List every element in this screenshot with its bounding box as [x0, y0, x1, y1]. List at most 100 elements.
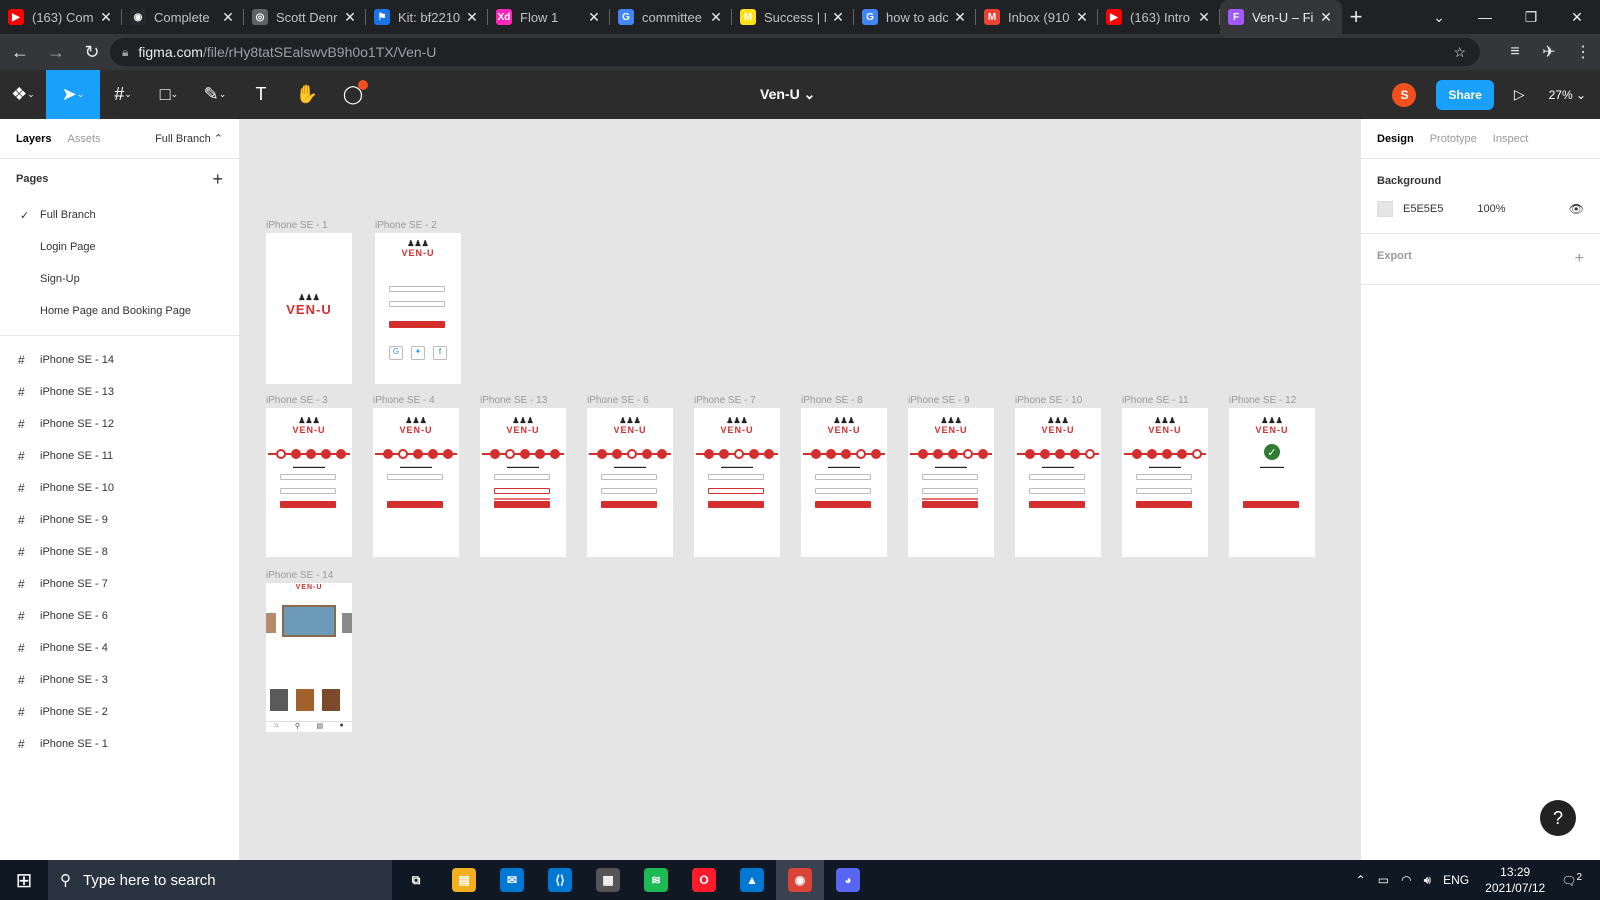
frame-label[interactable]: iPhone SE - 11 — [1122, 395, 1189, 406]
close-tab-icon[interactable]: ✕ — [342, 9, 358, 26]
wifi-icon[interactable]: ◠ — [1401, 873, 1411, 887]
taskbar-app[interactable]: ⟨⟩ — [536, 860, 584, 900]
forward-icon[interactable]: → — [40, 36, 72, 68]
browser-tab[interactable]: Ghow to adc ✕ — [854, 0, 976, 34]
browser-tab[interactable]: M Inbox (910 ✕ — [976, 0, 1098, 34]
close-tab-icon[interactable]: ✕ — [830, 9, 846, 26]
page-item[interactable]: ✓ Full Branch — [0, 199, 239, 231]
pen-tool-icon[interactable]: ✎ ⌄ — [192, 70, 238, 119]
restore-button[interactable]: ❐ — [1508, 9, 1554, 26]
frame-tool-icon[interactable]: # ⌄ — [100, 70, 146, 119]
layer-item[interactable]: # iPhone SE - 3 — [0, 664, 239, 696]
frame-label[interactable]: iPhone SE - 9 — [908, 395, 970, 406]
close-tab-icon[interactable]: ✕ — [1196, 9, 1212, 26]
frame-signup-step[interactable]: ♟♟♟ VEN-U ▬▬▬▬▬▬▬▬ — [908, 408, 994, 557]
back-icon[interactable]: ← — [4, 36, 36, 68]
comment-tool-icon[interactable]: ◯ — [330, 70, 376, 119]
frame-home[interactable]: VEN-U ⌂ ⚲ ▤ ● — [266, 583, 352, 732]
layer-item[interactable]: # iPhone SE - 11 — [0, 440, 239, 472]
frame-signup-step[interactable]: ♟♟♟ VEN-U ✓ ▬▬▬▬▬▬ — [1229, 408, 1315, 557]
layer-item[interactable]: # iPhone SE - 4 — [0, 632, 239, 664]
browser-tab[interactable]: ▶ (163) Intro ✕ — [1098, 0, 1220, 34]
frame-login[interactable]: ♟♟♟ VEN-U G ✦ f — [375, 233, 461, 384]
layer-item[interactable]: # iPhone SE - 6 — [0, 600, 239, 632]
close-window-button[interactable]: ✕ — [1554, 9, 1600, 26]
url-input[interactable]: 🔒︎ figma.com/file/rHy8tatSEalswvB9h0o1TX… — [110, 38, 1480, 66]
close-tab-icon[interactable]: ✕ — [98, 9, 114, 26]
background-swatch[interactable] — [1377, 201, 1393, 217]
layer-item[interactable]: # iPhone SE - 10 — [0, 472, 239, 504]
reading-list-icon[interactable]: ≡ — [1498, 43, 1532, 61]
frame-label[interactable]: iPhone SE - 4 — [373, 395, 435, 406]
frame-signup-step[interactable]: ♟♟♟ VEN-U ▬▬▬▬▬▬▬▬ — [1015, 408, 1101, 557]
reload-icon[interactable]: ↻ — [76, 36, 108, 68]
taskbar-app[interactable]: ≋ — [632, 860, 680, 900]
zoom-dropdown[interactable]: 27% ⌄ — [1549, 88, 1586, 102]
menu-dots-icon[interactable]: ⋮ — [1566, 42, 1600, 62]
frame-splash[interactable]: ♟♟♟ VEN-U — [266, 233, 352, 384]
clock[interactable]: 13:29 2021/07/12 — [1485, 864, 1545, 896]
browser-tab[interactable]: Xd Flow 1 ✕ — [488, 0, 610, 34]
frame-signup-step[interactable]: ♟♟♟ VEN-U ▬▬▬▬▬▬▬▬ — [266, 408, 352, 557]
tab-prototype[interactable]: Prototype — [1430, 133, 1477, 145]
frame-label[interactable]: iPhone SE - 3 — [266, 395, 328, 406]
frame-label[interactable]: iPhone SE - 2 — [375, 220, 437, 231]
tab-design[interactable]: Design — [1377, 133, 1414, 145]
close-tab-icon[interactable]: ✕ — [586, 9, 602, 26]
bookmark-star-icon[interactable]: ☆ — [1453, 44, 1466, 61]
page-item[interactable]: Login Page — [0, 231, 239, 263]
notifications-icon[interactable]: 🗨︎2 — [1561, 872, 1582, 888]
present-play-icon[interactable]: ▷ — [1514, 86, 1525, 103]
battery-icon[interactable]: ▭ — [1378, 873, 1389, 887]
close-tab-icon[interactable]: ✕ — [1318, 9, 1334, 26]
browser-tab[interactable]: ▶ (163) Com ✕ — [0, 0, 122, 34]
taskbar-app[interactable]: ⧉ — [392, 860, 440, 900]
background-hex-input[interactable]: E5E5E5 — [1403, 203, 1443, 215]
shape-tool-icon[interactable]: □ ⌄ — [146, 70, 192, 119]
taskbar-app[interactable]: ◕ — [824, 860, 872, 900]
taskbar-app[interactable]: O — [680, 860, 728, 900]
extension-icon[interactable]: ✈ — [1532, 42, 1566, 62]
avatar[interactable]: S — [1392, 82, 1417, 107]
browser-tab[interactable]: M Success | M✕ — [732, 0, 854, 34]
text-tool-icon[interactable]: T — [238, 70, 284, 119]
frame-signup-step[interactable]: ♟♟♟ VEN-U ▬▬▬▬▬▬▬▬ — [801, 408, 887, 557]
tab-assets[interactable]: Assets — [67, 133, 100, 145]
file-title[interactable]: Ven-U ⌄ — [760, 70, 815, 119]
frame-label[interactable]: iPhone SE - 10 — [1015, 395, 1082, 406]
tab-inspect[interactable]: Inspect — [1493, 133, 1528, 145]
frame-label[interactable]: iPhone SE - 1 — [266, 220, 328, 231]
taskbar-app[interactable]: ✉ — [488, 860, 536, 900]
new-tab-button[interactable]: + — [1342, 0, 1370, 34]
layer-item[interactable]: # iPhone SE - 8 — [0, 536, 239, 568]
layer-item[interactable]: # iPhone SE - 7 — [0, 568, 239, 600]
frame-signup-step[interactable]: ♟♟♟ VEN-U ▬▬▬▬▬▬▬▬ — [587, 408, 673, 557]
frame-signup-step[interactable]: ♟♟♟ VEN-U ▬▬▬▬▬▬▬▬ — [480, 408, 566, 557]
close-tab-icon[interactable]: ✕ — [708, 9, 724, 26]
figma-main-menu-icon[interactable]: ❖ ⌄ — [0, 70, 46, 119]
tab-layers[interactable]: Layers — [16, 133, 51, 145]
taskbar-app[interactable]: ▤ — [440, 860, 488, 900]
layer-item[interactable]: # iPhone SE - 2 — [0, 696, 239, 728]
share-button[interactable]: Share — [1436, 79, 1494, 110]
page-item[interactable]: Sign-Up — [0, 263, 239, 295]
visibility-eye-icon[interactable]: 👁︎ — [1569, 202, 1584, 216]
frame-label[interactable]: iPhone SE - 6 — [587, 395, 649, 406]
frame-signup-step[interactable]: ♟♟♟ VEN-U ▬▬▬▬▬▬▬▬ — [373, 408, 459, 557]
page-item[interactable]: Home Page and Booking Page — [0, 295, 239, 327]
browser-tab[interactable]: ◎ Scott Denr ✕ — [244, 0, 366, 34]
layer-item[interactable]: # iPhone SE - 9 — [0, 504, 239, 536]
frame-label[interactable]: iPhone SE - 13 — [480, 395, 547, 406]
frame-label[interactable]: iPhone SE - 14 — [266, 570, 333, 581]
move-tool-icon[interactable]: ➤ ⌄ — [46, 70, 100, 119]
taskbar-app[interactable]: ▦ — [584, 860, 632, 900]
layer-item[interactable]: # iPhone SE - 12 — [0, 408, 239, 440]
browser-tab[interactable]: ◉ Complete ✕ — [122, 0, 244, 34]
taskbar-search[interactable]: ⚲ Type here to search — [48, 860, 392, 900]
browser-tab[interactable]: ⚑ Kit: bf2210 ✕ — [366, 0, 488, 34]
help-button[interactable]: ? — [1540, 800, 1576, 836]
design-canvas[interactable]: iPhone SE - 1 ♟♟♟ VEN-U iPhone SE - 2 ♟♟♟… — [240, 119, 1360, 860]
browser-tab[interactable]: F Ven-U – Fi ✕ — [1220, 0, 1342, 34]
windows-start-icon[interactable]: ⊞ — [0, 860, 48, 900]
branch-dropdown[interactable]: Full Branch ⌃ — [155, 132, 223, 145]
